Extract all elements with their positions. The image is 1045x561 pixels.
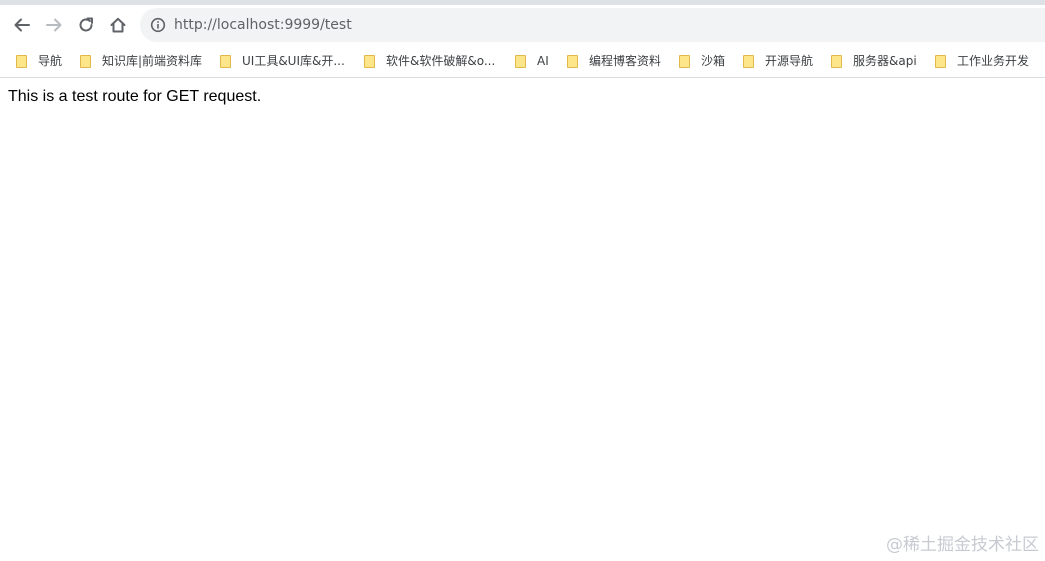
bookmark-folder[interactable]: 沙箱 (679, 52, 725, 70)
browser-toolbar: http://localhost:9999/test (0, 5, 1045, 45)
folder-icon (220, 54, 231, 68)
bookmark-label: UI工具&UI库&开... (242, 54, 345, 68)
bookmark-folder[interactable]: AI (515, 52, 549, 70)
folder-icon (679, 54, 690, 68)
bookmark-label: 导航 (38, 54, 63, 68)
bookmark-folder[interactable]: 编程博客资料 (567, 52, 661, 70)
folder-icon (935, 54, 946, 68)
folder-icon (515, 54, 526, 68)
bookmark-folder[interactable]: 开源导航 (743, 52, 813, 70)
watermark-text: @稀土掘金技术社区 (886, 535, 1039, 555)
bookmark-folder[interactable]: 工作业务开发 (935, 52, 1029, 70)
url-text[interactable]: http://localhost:9999/test (174, 16, 352, 34)
folder-icon (567, 54, 578, 68)
bookmark-folder[interactable]: 知识库|前端资料库 (80, 52, 202, 70)
bookmark-folder[interactable]: 导航 (16, 52, 62, 70)
bookmark-label: 软件&软件破解&o... (386, 54, 496, 68)
bookmark-label: 工作业务开发 (957, 54, 1030, 68)
bookmark-folder[interactable]: UI工具&UI库&开... (220, 52, 345, 70)
folder-icon (364, 54, 375, 68)
back-button[interactable] (8, 11, 36, 39)
reload-icon (77, 16, 95, 34)
bookmark-folder[interactable]: 服务器&api (831, 52, 917, 70)
forward-button[interactable] (40, 11, 68, 39)
bookmark-label: 服务器&api (853, 54, 917, 68)
home-button[interactable] (104, 11, 132, 39)
bookmarks-bar: 导航 知识库|前端资料库 UI工具&UI库&开... 软件&软件破解&o... … (0, 45, 1045, 78)
bookmark-label: 沙箱 (701, 54, 726, 68)
bookmark-label: 开源导航 (765, 54, 814, 68)
page-body-text: This is a test route for GET request. (8, 88, 262, 105)
back-arrow-icon (13, 16, 31, 34)
reload-button[interactable] (72, 11, 100, 39)
folder-icon (80, 54, 91, 68)
bookmark-label: 编程博客资料 (589, 54, 662, 68)
forward-arrow-icon (45, 16, 63, 34)
bookmark-label: 知识库|前端资料库 (102, 54, 203, 68)
folder-icon (16, 54, 27, 68)
info-icon[interactable] (150, 17, 166, 33)
address-bar[interactable]: http://localhost:9999/test (140, 8, 1045, 42)
home-icon (109, 16, 127, 34)
folder-icon (743, 54, 754, 68)
bookmark-folder[interactable]: 软件&软件破解&o... (364, 52, 495, 70)
folder-icon (831, 54, 842, 68)
bookmark-label: AI (537, 54, 549, 68)
